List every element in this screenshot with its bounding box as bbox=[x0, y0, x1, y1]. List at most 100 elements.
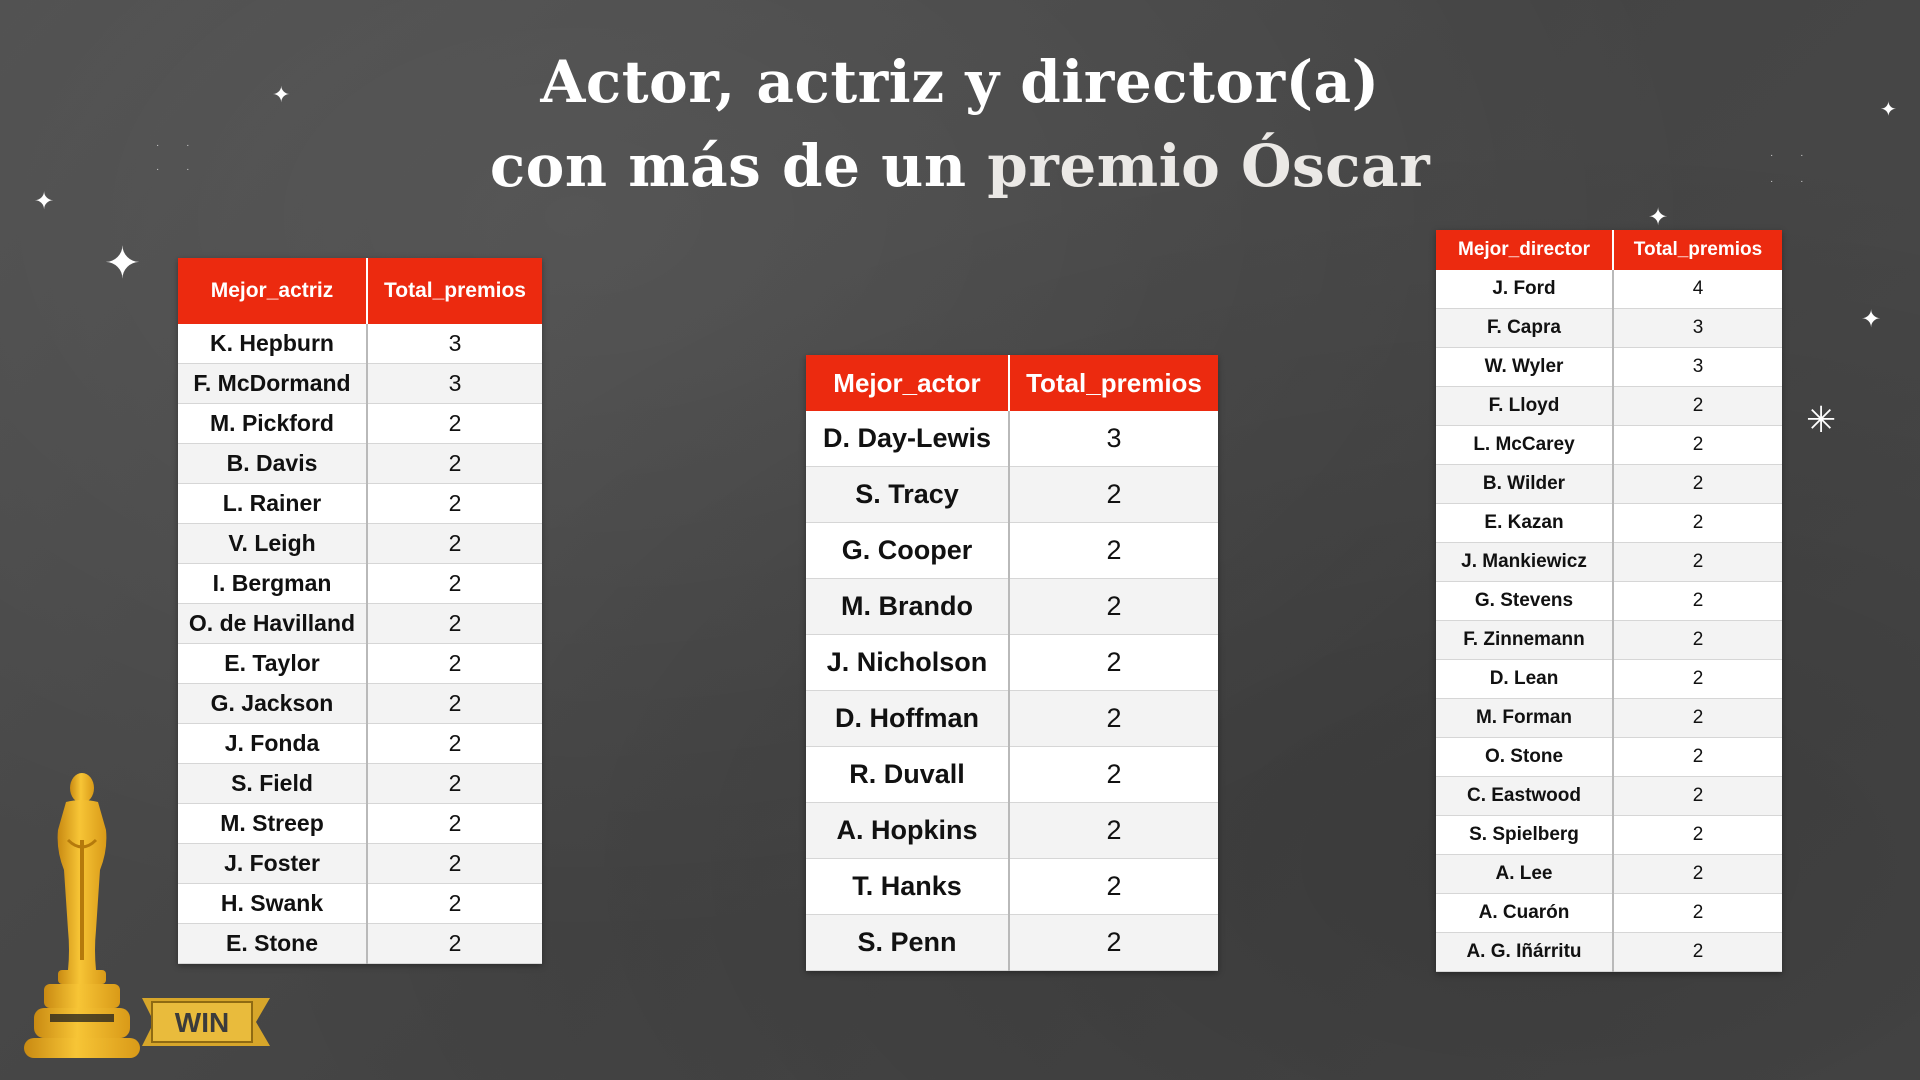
table-row: J. Mankiewicz 2 bbox=[1436, 542, 1782, 582]
total-cell: 2 bbox=[1613, 464, 1782, 504]
table-row: C. Eastwood 2 bbox=[1436, 776, 1782, 816]
total-cell: 2 bbox=[1009, 578, 1218, 635]
table-row: K. Hepburn 3 bbox=[178, 324, 542, 364]
total-cell: 3 bbox=[1009, 411, 1218, 467]
total-cell: 2 bbox=[1613, 932, 1782, 972]
total-cell: 2 bbox=[1613, 386, 1782, 426]
total-cell: 2 bbox=[367, 483, 542, 524]
name-cell: F. McDormand bbox=[178, 363, 368, 404]
total-cell: 2 bbox=[1009, 858, 1218, 915]
total-cell: 2 bbox=[367, 643, 542, 684]
table-header-row: Mejor_director Total_premios bbox=[1436, 230, 1782, 270]
table-row: F. Zinnemann 2 bbox=[1436, 620, 1782, 660]
name-cell: G. Cooper bbox=[806, 522, 1010, 579]
table-header-row: Mejor_actor Total_premios bbox=[806, 355, 1218, 411]
total-cell: 3 bbox=[1613, 308, 1782, 348]
total-cell: 2 bbox=[367, 523, 542, 564]
table-mejor-director: Mejor_director Total_premios J. Ford 4 F. … bbox=[1436, 230, 1782, 972]
name-cell: M. Forman bbox=[1436, 698, 1614, 738]
name-cell: W. Wyler bbox=[1436, 347, 1614, 387]
name-cell: A. G. Iñárritu bbox=[1436, 932, 1614, 972]
total-cell: 2 bbox=[1009, 466, 1218, 523]
table-mejor-actor: Mejor_actor Total_premios D. Day-Lewis 3 S… bbox=[806, 355, 1218, 971]
total-cell: 3 bbox=[367, 363, 542, 404]
name-cell: D. Day-Lewis bbox=[806, 411, 1010, 467]
table-row: E. Taylor 2 bbox=[178, 643, 542, 684]
table-row: R. Duvall 2 bbox=[806, 746, 1218, 803]
table-row: B. Wilder 2 bbox=[1436, 464, 1782, 504]
dots-decoration: · · bbox=[156, 164, 202, 175]
table-row: J. Nicholson 2 bbox=[806, 634, 1218, 691]
column-header: Total_premios bbox=[367, 258, 542, 324]
table-row: E. Kazan 2 bbox=[1436, 503, 1782, 543]
dots-decoration: · · bbox=[1770, 176, 1816, 187]
total-cell: 2 bbox=[367, 883, 542, 924]
table-row: F. McDormand 3 bbox=[178, 363, 542, 404]
name-cell: J. Nicholson bbox=[806, 634, 1010, 691]
total-cell: 2 bbox=[1613, 659, 1782, 699]
total-cell: 2 bbox=[1613, 737, 1782, 777]
total-cell: 2 bbox=[367, 803, 542, 844]
name-cell: O. Stone bbox=[1436, 737, 1614, 777]
name-cell: M. Pickford bbox=[178, 403, 368, 444]
win-badge-label: WIN bbox=[175, 1007, 229, 1038]
dots-decoration: · · bbox=[1770, 150, 1816, 161]
total-cell: 2 bbox=[367, 683, 542, 724]
name-cell: E. Kazan bbox=[1436, 503, 1614, 543]
table-row: D. Hoffman 2 bbox=[806, 690, 1218, 747]
total-cell: 2 bbox=[367, 603, 542, 644]
name-cell: G. Jackson bbox=[178, 683, 368, 724]
total-cell: 2 bbox=[367, 563, 542, 604]
column-header: Mejor_director bbox=[1436, 230, 1614, 270]
table-row: L. Rainer 2 bbox=[178, 483, 542, 524]
total-cell: 2 bbox=[367, 923, 542, 964]
title-line-2-start: con más de un bbox=[489, 132, 988, 200]
total-cell: 2 bbox=[1009, 802, 1218, 859]
table-header-row: Mejor_actriz Total_premios bbox=[178, 258, 542, 324]
page-title: Actor, actriz y director(a) con más de u… bbox=[0, 40, 1920, 208]
sparkle-icon: ✦ bbox=[1880, 99, 1897, 121]
table-row: S. Spielberg 2 bbox=[1436, 815, 1782, 855]
column-header: Total_premios bbox=[1009, 355, 1218, 411]
table-row: O. Stone 2 bbox=[1436, 737, 1782, 777]
table-body: J. Ford 4 F. Capra 3 W. Wyler 3 F. Lloyd 2 L. Mc… bbox=[1436, 270, 1782, 972]
name-cell: C. Eastwood bbox=[1436, 776, 1614, 816]
table-row: A. Lee 2 bbox=[1436, 854, 1782, 894]
dots-decoration: · · bbox=[156, 140, 202, 151]
total-cell: 2 bbox=[1613, 854, 1782, 894]
table-row: D. Lean 2 bbox=[1436, 659, 1782, 699]
table-row: L. McCarey 2 bbox=[1436, 425, 1782, 465]
table-row: I. Bergman 2 bbox=[178, 563, 542, 604]
total-cell: 2 bbox=[367, 443, 542, 484]
name-cell: D. Lean bbox=[1436, 659, 1614, 699]
name-cell: D. Hoffman bbox=[806, 690, 1010, 747]
name-cell: A. Hopkins bbox=[806, 802, 1010, 859]
column-header: Mejor_actriz bbox=[178, 258, 368, 324]
table-row: D. Day-Lewis 3 bbox=[806, 411, 1218, 467]
sparkle-icon: ✳ bbox=[1806, 399, 1837, 440]
total-cell: 2 bbox=[1009, 634, 1218, 691]
total-cell: 2 bbox=[1009, 690, 1218, 747]
name-cell: T. Hanks bbox=[806, 858, 1010, 915]
total-cell: 2 bbox=[1613, 698, 1782, 738]
table-row: G. Cooper 2 bbox=[806, 522, 1218, 579]
name-cell: F. Capra bbox=[1436, 308, 1614, 348]
name-cell: A. Lee bbox=[1436, 854, 1614, 894]
total-cell: 3 bbox=[1613, 347, 1782, 387]
total-cell: 2 bbox=[1613, 503, 1782, 543]
table-row: F. Lloyd 2 bbox=[1436, 386, 1782, 426]
total-cell: 2 bbox=[367, 403, 542, 444]
table-body: D. Day-Lewis 3 S. Tracy 2 G. Cooper 2 M. Brand… bbox=[806, 411, 1218, 971]
oscar-statuette-icon: WIN bbox=[24, 773, 270, 1058]
name-cell: S. Tracy bbox=[806, 466, 1010, 523]
sparkle-icon: ✦ bbox=[34, 188, 55, 215]
table-row: S. Penn 2 bbox=[806, 914, 1218, 971]
name-cell: R. Duvall bbox=[806, 746, 1010, 803]
total-cell: 2 bbox=[1613, 425, 1782, 465]
table-row: O. de Havilland 2 bbox=[178, 603, 542, 644]
name-cell: L. McCarey bbox=[1436, 425, 1614, 465]
name-cell: O. de Havilland bbox=[178, 603, 368, 644]
sparkle-icon: ✦ bbox=[1861, 306, 1882, 333]
name-cell: V. Leigh bbox=[178, 523, 368, 564]
table-row: A. Hopkins 2 bbox=[806, 802, 1218, 859]
